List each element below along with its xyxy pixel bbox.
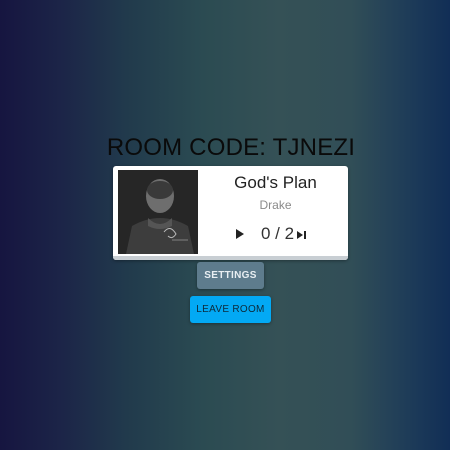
settings-button[interactable]: SETTINGS xyxy=(197,262,264,289)
album-art xyxy=(118,170,198,254)
play-icon[interactable] xyxy=(233,227,247,241)
leave-room-button[interactable]: LEAVE ROOM xyxy=(190,296,271,323)
track-artist: Drake xyxy=(259,198,292,212)
skip-vote-count: 0 / 2 xyxy=(261,224,295,243)
music-player-card: God's Plan Drake 0 / 2 xyxy=(113,166,348,260)
room-code-heading: ROOM CODE: TJNEZI xyxy=(106,134,356,161)
skip-next-icon[interactable] xyxy=(296,228,308,240)
playback-progress-bar xyxy=(113,256,348,260)
track-title: God's Plan xyxy=(234,173,317,192)
album-art-image xyxy=(118,170,198,254)
